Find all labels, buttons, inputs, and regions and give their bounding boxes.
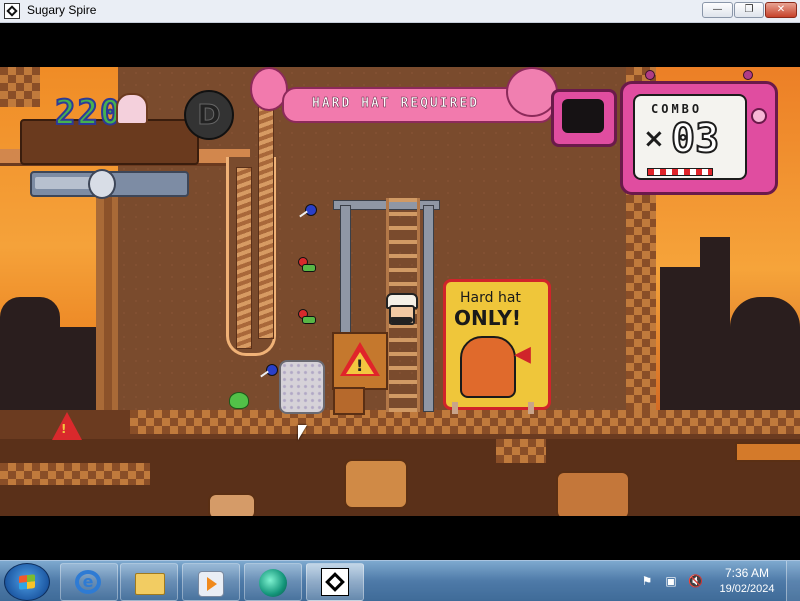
ie-icon: e	[75, 570, 101, 594]
tv-antenna-icon	[645, 70, 655, 80]
taskbar: e ⚑ ▣ 🔇 7:36 AM 19/02/2024	[0, 560, 800, 601]
sign-line-1: Hard hat	[460, 290, 521, 306]
tv-knob-icon	[751, 108, 767, 124]
minimize-button[interactable]: —	[702, 2, 733, 18]
warning-block: !	[332, 332, 388, 390]
checker-step	[0, 463, 150, 485]
maximize-button[interactable]: ❐	[734, 2, 764, 18]
media-player-icon	[198, 571, 224, 597]
combo-label: COMBO	[651, 102, 703, 116]
warning-mark: !	[356, 356, 364, 375]
combo-timer-bar	[647, 168, 713, 176]
clock-date[interactable]: 19/02/2024	[712, 583, 782, 595]
score-counter: 220	[54, 92, 123, 134]
checker-floor	[130, 410, 800, 434]
rope-column	[258, 81, 274, 339]
lollipop-collectible	[305, 204, 317, 216]
combo-screen: COMBO × 03	[633, 94, 747, 180]
gummy-worm-collectible	[298, 309, 316, 324]
folder-icon	[135, 573, 165, 595]
rail	[735, 442, 800, 462]
taskbar-sugary-spire[interactable]	[306, 563, 364, 601]
app-icon	[259, 569, 287, 597]
factory-silhouette	[700, 237, 730, 437]
start-button[interactable]	[4, 563, 50, 601]
heat-meter	[30, 169, 189, 199]
show-desktop-button[interactable]	[786, 561, 800, 601]
rock-chunk	[208, 493, 256, 516]
player-character	[380, 293, 420, 333]
heat-meter-knob	[88, 169, 116, 199]
window-title: Sugary Spire	[27, 3, 97, 17]
sign-arrow-icon: ◀	[514, 342, 531, 367]
rock-creature	[344, 459, 408, 509]
taskbar-windows-explorer[interactable]	[120, 563, 178, 601]
taskbar-internet-explorer[interactable]: e	[60, 563, 118, 601]
taskbar-media-player[interactable]	[182, 563, 240, 601]
rope-column	[236, 167, 252, 349]
lollipop-collectible	[266, 364, 278, 376]
taskbar-app[interactable]	[244, 563, 302, 601]
close-button[interactable]: ✕	[765, 2, 797, 18]
hard-hat-worker-icon	[460, 336, 516, 398]
warning-cone	[52, 412, 82, 440]
sign-leg	[452, 402, 458, 414]
sugary-spire-icon	[321, 568, 349, 596]
mouse-cursor-icon	[298, 425, 307, 440]
small-tv	[551, 89, 617, 147]
action-center-flag-icon[interactable]: ⚑	[640, 574, 654, 588]
right-floor-block	[496, 439, 546, 463]
windows-logo-icon	[19, 574, 35, 590]
factory-silhouette	[0, 297, 60, 427]
breakable-block	[333, 387, 365, 415]
combo-multiplier-symbol: ×	[643, 124, 665, 154]
sign-line-2: ONLY!	[454, 306, 521, 330]
clock-time[interactable]: 7:36 AM	[712, 566, 782, 580]
player-mustache	[389, 317, 413, 323]
small-tv-screen	[562, 99, 604, 133]
volume-muted-icon[interactable]: 🔇	[688, 574, 703, 588]
gummy-worm-collectible	[298, 257, 316, 272]
rock-chunk	[556, 471, 630, 516]
top-left-checker	[0, 67, 40, 107]
rank-badge: D	[184, 90, 234, 140]
gumdrop-collectible	[229, 392, 249, 409]
network-icon[interactable]: ▣	[664, 574, 678, 588]
hard-hat-sign: Hard hat ONLY! ◀	[443, 279, 551, 410]
metal-frame-leg	[423, 205, 434, 412]
banner-text: HARD HAT REQUIRED	[312, 96, 480, 112]
sign-leg	[528, 402, 534, 414]
cake-icon	[116, 93, 148, 125]
combo-count: 03	[670, 115, 720, 163]
tv-antenna-icon	[743, 70, 753, 80]
cone-mark: !	[61, 422, 67, 436]
title-bar[interactable]: Sugary Spire — ❐ ✕	[0, 0, 800, 23]
marble-block	[279, 360, 325, 414]
rank-letter: D	[197, 98, 221, 132]
game-window: Sugary Spire — ❐ ✕ ! Hard hat ONLY! ◀ ! …	[0, 0, 800, 560]
combo-tv: COMBO × 03	[620, 70, 778, 195]
game-viewport[interactable]: ! Hard hat ONLY! ◀ ! 220 D HARD HAT REQU…	[0, 67, 800, 516]
app-icon[interactable]	[4, 3, 20, 19]
